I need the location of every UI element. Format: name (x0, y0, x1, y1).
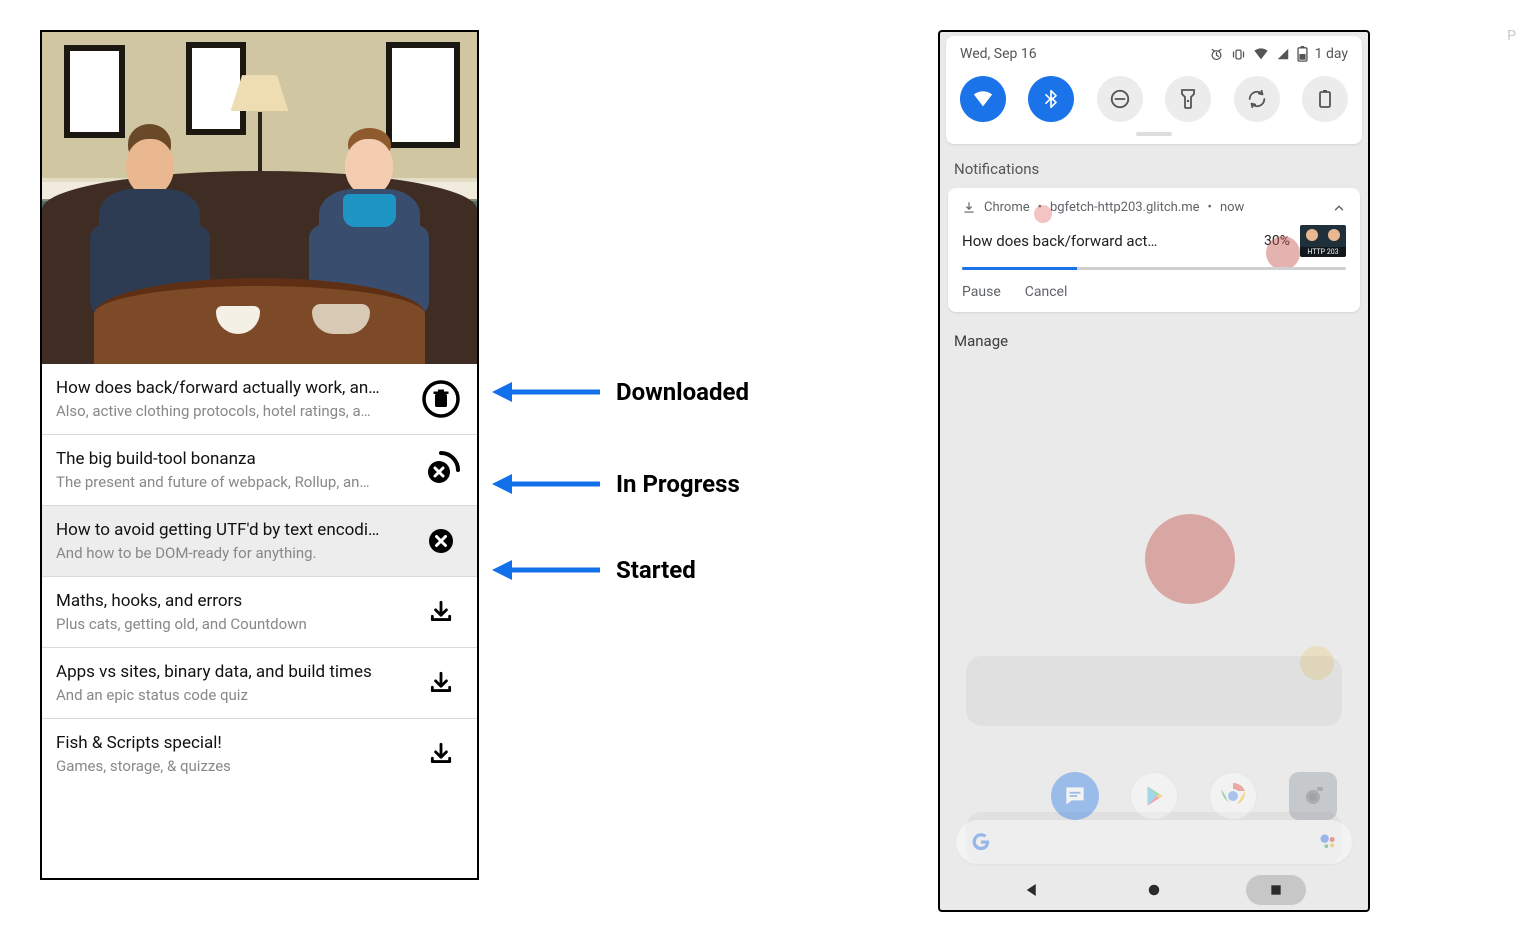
google-search-bar[interactable] (956, 820, 1352, 864)
notification-thumbnail: HTTP 203 (1300, 225, 1346, 257)
annotation-downloaded: Downloaded (490, 378, 749, 406)
download-button[interactable] (419, 670, 463, 696)
notification-progress (962, 267, 1346, 270)
bluetooth-icon (1041, 89, 1061, 109)
list-item[interactable]: Fish & Scripts special! Games, storage, … (42, 718, 477, 789)
annotation-label: In Progress (616, 470, 740, 498)
auto-rotate-icon (1246, 88, 1268, 110)
nav-home-button[interactable] (1124, 875, 1184, 905)
trash-icon (421, 379, 461, 419)
episode-subtitle: The present and future of webpack, Rollu… (56, 473, 407, 491)
cancel-download-button[interactable] (419, 450, 463, 490)
list-item[interactable]: Maths, hooks, and errors Plus cats, gett… (42, 576, 477, 647)
circle-home-icon (1145, 881, 1163, 899)
qs-battery-saver-tile[interactable] (1302, 76, 1348, 122)
cancel-download-button[interactable] (419, 526, 463, 556)
episode-title: How does back/forward actually work, an… (56, 378, 407, 398)
notification-cancel-action[interactable]: Cancel (1025, 284, 1068, 300)
arrow-left-icon (490, 378, 602, 406)
chevron-up-icon[interactable] (1332, 201, 1346, 215)
download-icon (962, 201, 976, 215)
notifications-section-title: Notifications (954, 160, 1354, 178)
google-g-icon (970, 831, 992, 853)
nav-recents-button[interactable] (1246, 875, 1306, 905)
camera-app-icon[interactable] (1289, 772, 1337, 820)
arrow-left-icon (490, 470, 602, 498)
cancel-icon (426, 526, 456, 556)
flashlight-icon (1179, 88, 1197, 110)
notification-title: How does back/forward act… (962, 232, 1254, 250)
episode-list: How does back/forward actually work, an…… (42, 364, 477, 878)
stray-letter: P (1507, 28, 1516, 44)
list-item[interactable]: The big build-tool bonanza The present a… (42, 434, 477, 505)
qs-dnd-tile[interactable] (1097, 76, 1143, 122)
arrow-left-icon (490, 556, 602, 584)
episode-title: Fish & Scripts special! (56, 733, 407, 753)
episode-title: Maths, hooks, and errors (56, 591, 407, 611)
nav-back-button[interactable] (1002, 875, 1062, 905)
download-button[interactable] (419, 741, 463, 767)
quick-settings-panel: Wed, Sep 16 1 day (946, 36, 1362, 144)
annotation-label: Downloaded (616, 378, 749, 406)
status-icons: 1 day (1209, 46, 1348, 62)
episode-subtitle: And how to be DOM-ready for anything. (56, 544, 407, 562)
delete-download-button[interactable] (419, 379, 463, 419)
battery-icon (1318, 89, 1332, 109)
notification-pause-action[interactable]: Pause (962, 284, 1001, 300)
pwa-episode-app: How does back/forward actually work, an…… (40, 30, 479, 880)
hero-image (42, 32, 477, 364)
signal-icon (1276, 47, 1290, 61)
episode-subtitle: Also, active clothing protocols, hotel r… (56, 402, 407, 420)
chrome-app-icon[interactable] (1209, 772, 1257, 820)
annotation-started: Started (490, 556, 696, 584)
battery-text: 1 day (1315, 46, 1348, 62)
qs-bluetooth-tile[interactable] (1028, 76, 1074, 122)
notification-time: now (1220, 200, 1244, 215)
list-item[interactable]: Apps vs sites, binary data, and build ti… (42, 647, 477, 718)
square-recents-icon (1268, 882, 1284, 898)
play-store-app-icon[interactable] (1130, 772, 1178, 820)
assistant-icon (1318, 832, 1338, 852)
download-button[interactable] (419, 599, 463, 625)
list-item[interactable]: How to avoid getting UTF'd by text encod… (42, 505, 477, 576)
qs-wifi-tile[interactable] (960, 76, 1006, 122)
battery-icon (1297, 46, 1308, 62)
episode-subtitle: Plus cats, getting old, and Countdown (56, 615, 407, 633)
notification-source: bgfetch-http203.glitch.me (1050, 200, 1200, 215)
messages-app-icon[interactable] (1051, 772, 1099, 820)
dnd-icon (1109, 88, 1131, 110)
status-date: Wed, Sep 16 (960, 46, 1037, 62)
vibrate-icon (1231, 47, 1246, 62)
download-notification[interactable]: Chrome • bgfetch-http203.glitch.me • now… (948, 188, 1360, 312)
wifi-icon (1253, 46, 1269, 62)
annotation-in-progress: In Progress (490, 470, 740, 498)
alarm-icon (1209, 47, 1224, 62)
episode-title: Apps vs sites, binary data, and build ti… (56, 662, 407, 682)
wifi-icon (972, 88, 994, 110)
android-navigation-bar (940, 870, 1368, 910)
notification-percent: 30% (1264, 233, 1290, 249)
list-item[interactable]: How does back/forward actually work, an…… (42, 364, 477, 434)
download-icon (428, 741, 454, 767)
episode-title: How to avoid getting UTF'd by text encod… (56, 520, 407, 540)
qs-drag-handle[interactable] (1136, 132, 1172, 136)
progress-cancel-icon (421, 450, 461, 490)
download-icon (428, 599, 454, 625)
notification-app: Chrome (984, 200, 1030, 215)
download-icon (428, 670, 454, 696)
android-notification-shade: Wed, Sep 16 1 day (938, 30, 1370, 912)
episode-subtitle: And an epic status code quiz (56, 686, 407, 704)
qs-flashlight-tile[interactable] (1165, 76, 1211, 122)
episode-subtitle: Games, storage, & quizzes (56, 757, 407, 775)
manage-notifications-link[interactable]: Manage (954, 332, 1354, 350)
home-dock (940, 772, 1368, 820)
episode-title: The big build-tool bonanza (56, 449, 407, 469)
triangle-back-icon (1023, 881, 1041, 899)
annotation-label: Started (616, 556, 696, 584)
notification-progress-bar (962, 267, 1077, 270)
qs-rotate-tile[interactable] (1234, 76, 1280, 122)
